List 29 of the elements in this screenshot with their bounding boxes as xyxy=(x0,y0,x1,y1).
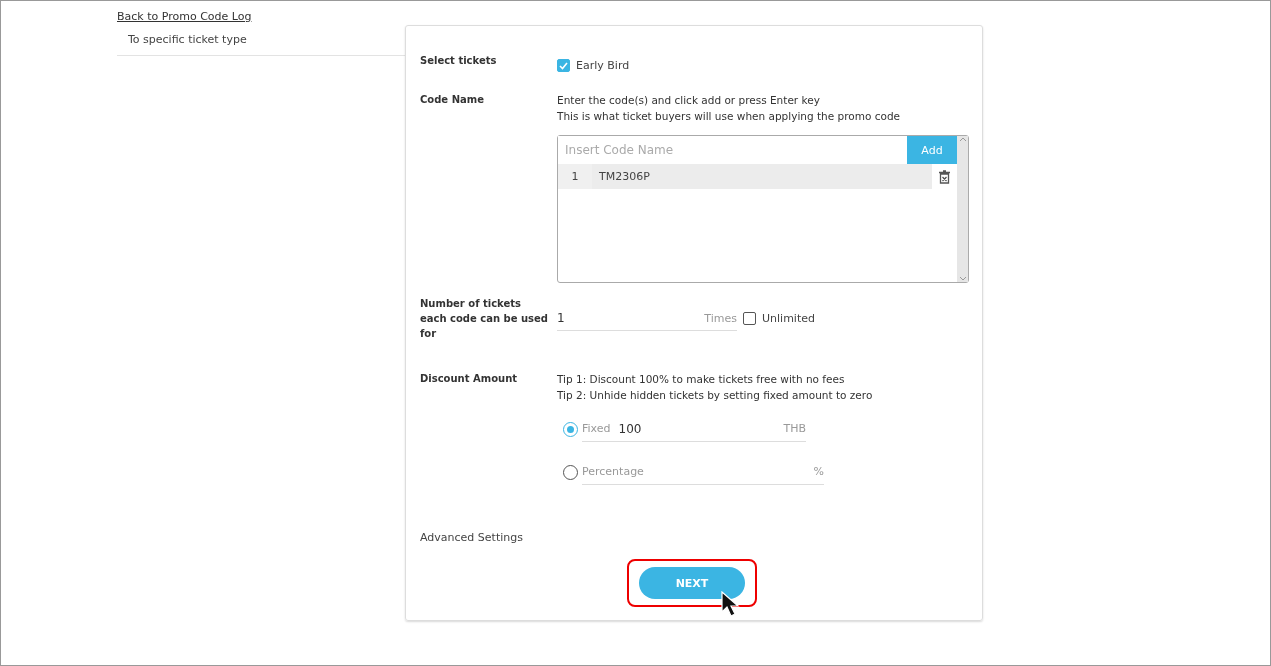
option-label: Percentage xyxy=(582,465,644,478)
checkbox-label: Early Bird xyxy=(576,59,630,72)
field-label: Number of tickets each code can be used for xyxy=(420,297,549,341)
checkbox[interactable] xyxy=(557,59,570,72)
tip-text: Tip 2: Unhide hidden tickets by setting fixed amount to zero xyxy=(557,388,874,403)
uses-input[interactable]: 1 xyxy=(557,311,705,325)
row-number: 1 xyxy=(558,164,592,189)
trash-icon[interactable] xyxy=(939,169,950,184)
unit-label: Times xyxy=(704,311,737,325)
checkbox[interactable] xyxy=(743,312,756,325)
checkbox-label: Unlimited xyxy=(762,312,815,325)
field-label: Discount Amount xyxy=(420,372,519,386)
sidebar-item[interactable]: To specific ticket type xyxy=(117,25,405,56)
amount-input[interactable]: 100 xyxy=(618,421,776,436)
unit-label: THB xyxy=(783,422,806,435)
back-link[interactable]: Back to Promo Code Log xyxy=(117,10,405,25)
scroll-down-icon[interactable] xyxy=(958,276,967,282)
hint-text: Enter the code(s) and click add or press Enter key xyxy=(557,93,821,108)
scroll-up-icon[interactable] xyxy=(958,136,967,142)
hint-text: This is what ticket buyers will use when applying the promo code xyxy=(557,109,902,124)
cursor-icon xyxy=(721,591,743,617)
field-label: Select tickets xyxy=(420,54,498,68)
unit-label: % xyxy=(813,465,824,478)
advanced-settings-link[interactable]: Advanced Settings xyxy=(420,531,968,544)
option-label: Fixed xyxy=(582,422,611,435)
tip-text: Tip 1: Discount 100% to make tickets free with no fees xyxy=(557,372,846,387)
field-label: Code Name xyxy=(420,93,485,107)
scrollbar[interactable] xyxy=(957,136,968,282)
code-cell: TM2306P xyxy=(592,164,932,189)
